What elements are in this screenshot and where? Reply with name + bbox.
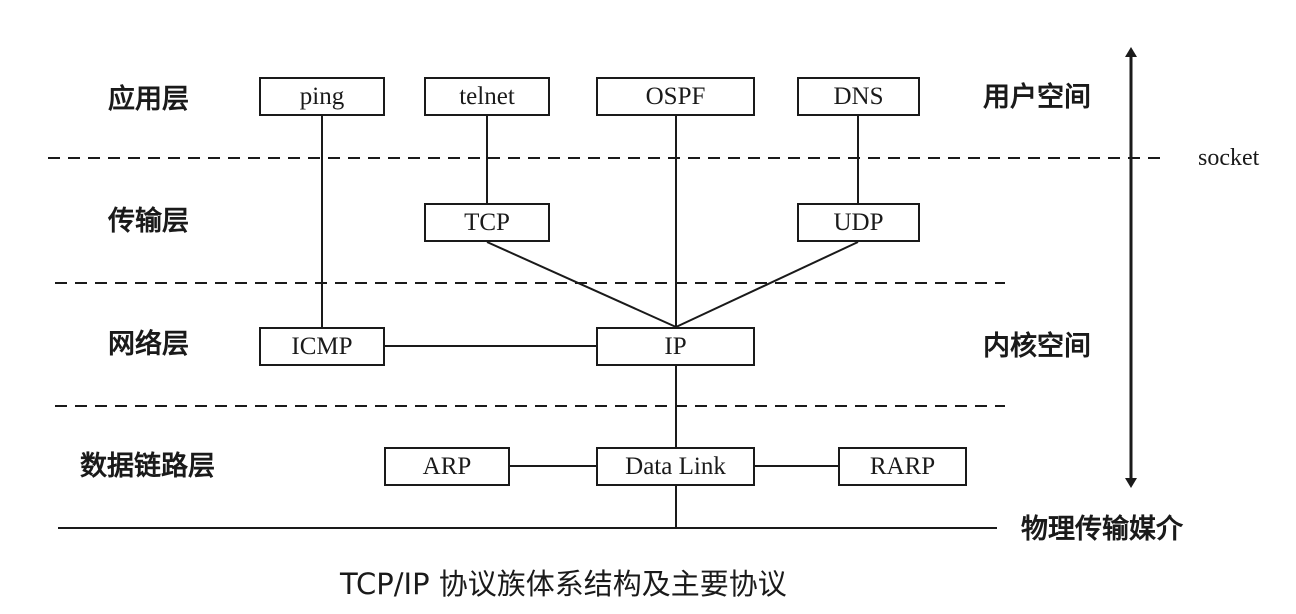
udp-box: UDP: [797, 203, 920, 242]
ospf-box: OSPF: [596, 77, 755, 116]
physical-medium-label: 物理传输媒介: [1021, 514, 1183, 545]
transport-layer-label: 传输层: [108, 206, 189, 237]
dns-box: DNS: [797, 77, 920, 116]
telnet-box: telnet: [424, 77, 550, 116]
arp-box: ARP: [384, 447, 510, 486]
diagram-canvas: 应用层 传输层 网络层 数据链路层 用户空间 socket 内核空间 物理传输媒…: [0, 0, 1296, 614]
datalink-box: Data Link: [596, 447, 755, 486]
rarp-box: RARP: [838, 447, 967, 486]
ip-box: IP: [596, 327, 755, 366]
user-space-label: 用户空间: [983, 82, 1091, 113]
application-layer-label: 应用层: [108, 84, 189, 115]
socket-label: socket: [1198, 145, 1260, 171]
icmp-box: ICMP: [259, 327, 385, 366]
tcp-ip-link: [486, 241, 677, 328]
udp-ip-link: [675, 241, 859, 328]
network-layer-label: 网络层: [108, 329, 189, 360]
kernel-space-label: 内核空间: [983, 331, 1091, 362]
datalink-layer-label: 数据链路层: [80, 451, 215, 482]
tcp-box: TCP: [424, 203, 550, 242]
ping-box: ping: [259, 77, 385, 116]
diagram-caption: TCP/IP 协议族体系结构及主要协议: [340, 567, 787, 601]
